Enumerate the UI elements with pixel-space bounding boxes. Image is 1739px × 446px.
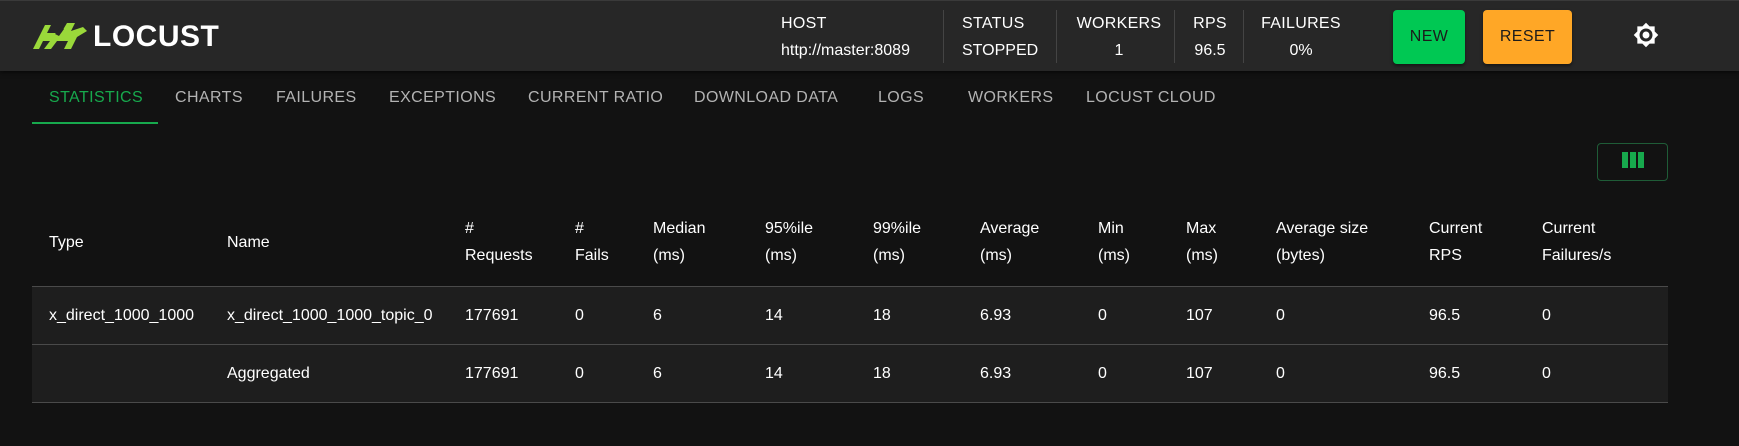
- divider: [1056, 10, 1057, 63]
- column-header-requests[interactable]: # Requests: [465, 215, 533, 269]
- column-header-average-size[interactable]: Average size (bytes): [1276, 215, 1368, 269]
- cell-max: 107: [1186, 307, 1213, 324]
- new-test-button[interactable]: NEW: [1393, 10, 1465, 64]
- column-header-max[interactable]: Max (ms): [1186, 215, 1218, 269]
- cell-min: 0: [1098, 307, 1107, 324]
- rps-label: RPS: [1193, 14, 1227, 32]
- host-label: HOST: [781, 14, 827, 32]
- status-label: STATUS: [962, 14, 1025, 32]
- cell-current-failures: 0: [1542, 307, 1551, 324]
- cell-median: 6: [653, 307, 662, 324]
- workers-label: WORKERS: [1076, 14, 1162, 32]
- theme-toggle-button[interactable]: [1630, 21, 1662, 53]
- tab-download-data[interactable]: DOWNLOAD DATA: [694, 71, 838, 124]
- cell-name: x_direct_1000_1000_topic_0: [227, 307, 433, 324]
- column-selector-button[interactable]: [1597, 143, 1668, 181]
- failures-value: 0%: [1289, 41, 1313, 59]
- host-stat: HOST http://master:8089: [781, 1, 910, 72]
- workers-value: 1: [1114, 41, 1124, 59]
- cell-requests: 177691: [465, 307, 519, 324]
- cell-average-size: 0: [1276, 307, 1285, 324]
- cell-99ile: 18: [873, 307, 891, 324]
- tab-exceptions[interactable]: EXCEPTIONS: [389, 71, 496, 124]
- cell-fails: 0: [575, 365, 584, 382]
- cell-95ile: 14: [765, 365, 783, 382]
- cell-min: 0: [1098, 365, 1107, 382]
- column-header-average[interactable]: Average (ms): [980, 215, 1039, 269]
- rps-value: 96.5: [1194, 41, 1226, 59]
- tab-statistics[interactable]: STATISTICS: [49, 71, 143, 124]
- failures-stat: FAILURES 0%: [1261, 1, 1341, 72]
- tab-charts[interactable]: CHARTS: [175, 71, 243, 124]
- column-header-current-rps[interactable]: Current RPS: [1429, 215, 1482, 269]
- column-header-median[interactable]: Median (ms): [653, 215, 705, 269]
- tab-current-ratio[interactable]: CURRENT RATIO: [528, 71, 663, 124]
- view-column-icon: [1621, 151, 1644, 173]
- app-header: LOCUST HOST http://master:8089 STATUS ST…: [0, 0, 1739, 71]
- column-header-99ile[interactable]: 99%ile (ms): [873, 215, 921, 269]
- divider: [943, 10, 944, 63]
- column-header-fails[interactable]: # Fails: [575, 215, 609, 269]
- cell-max: 107: [1186, 365, 1213, 382]
- tab-workers[interactable]: WORKERS: [968, 71, 1053, 124]
- statistics-table: Type Name # Requests # Fails Median (ms) 95…: [32, 196, 1668, 403]
- table-row: x_direct_1000_1000 x_direct_1000_1000_to…: [32, 287, 1668, 345]
- cell-average: 6.93: [980, 307, 1012, 324]
- cell-average-size: 0: [1276, 365, 1285, 382]
- column-header-name[interactable]: Name: [227, 229, 270, 256]
- active-tab-indicator: [32, 122, 158, 124]
- cell-requests: 177691: [465, 365, 519, 382]
- rps-stat: RPS 96.5: [1192, 1, 1228, 72]
- table-row: Aggregated 177691 0 6 14 18 6.93 0 107 0…: [32, 345, 1668, 403]
- cell-current-rps: 96.5: [1429, 365, 1461, 382]
- workers-stat: WORKERS 1: [1074, 1, 1164, 72]
- divider: [1243, 10, 1244, 63]
- brightness-icon: [1633, 22, 1659, 53]
- failures-label: FAILURES: [1261, 14, 1341, 32]
- divider: [1174, 10, 1175, 63]
- cell-current-rps: 96.5: [1429, 307, 1461, 324]
- locust-grasshopper-icon: [31, 19, 89, 56]
- cell-fails: 0: [575, 307, 584, 324]
- cell-95ile: 14: [765, 307, 783, 324]
- logo-text: LOCUST: [93, 20, 220, 53]
- column-header-min[interactable]: Min (ms): [1098, 215, 1130, 269]
- cell-99ile: 18: [873, 365, 891, 382]
- reset-stats-button[interactable]: RESET: [1483, 10, 1572, 64]
- column-header-95ile[interactable]: 95%ile (ms): [765, 215, 813, 269]
- cell-average: 6.93: [980, 365, 1012, 382]
- cell-current-failures: 0: [1542, 365, 1551, 382]
- column-header-type[interactable]: Type: [49, 229, 84, 256]
- status-value: STOPPED: [962, 41, 1039, 59]
- cell-type: x_direct_1000_1000: [49, 307, 195, 324]
- column-header-current-failures[interactable]: Current Failures/s: [1542, 215, 1611, 269]
- locust-logo[interactable]: LOCUST: [31, 19, 220, 56]
- tab-failures[interactable]: FAILURES: [276, 71, 357, 124]
- status-stat: STATUS STOPPED: [962, 1, 1038, 72]
- cell-median: 6: [653, 365, 662, 382]
- cell-name: Aggregated: [227, 365, 310, 382]
- tab-locust-cloud[interactable]: LOCUST CLOUD: [1086, 71, 1216, 124]
- tab-logs[interactable]: LOGS: [878, 71, 924, 124]
- table-header: Type Name # Requests # Fails Median (ms) 95…: [32, 196, 1668, 287]
- host-value: http://master:8089: [781, 41, 910, 59]
